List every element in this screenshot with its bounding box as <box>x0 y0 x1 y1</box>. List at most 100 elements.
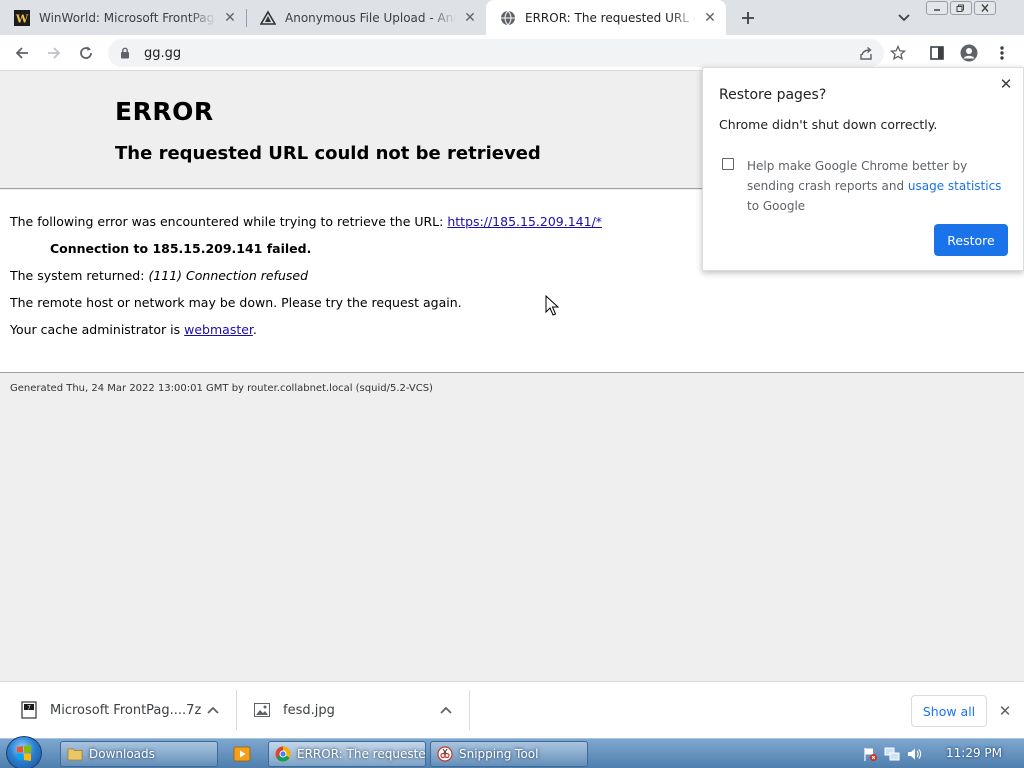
volume-icon[interactable] <box>906 746 922 762</box>
tab-search-button[interactable] <box>894 8 914 28</box>
cache-admin-period: . <box>252 322 257 337</box>
restore-window-button[interactable] <box>950 1 972 15</box>
browser-toolbar: gg.gg <box>0 35 1024 71</box>
mouse-cursor-icon <box>545 295 560 316</box>
svg-text:7: 7 <box>27 704 31 711</box>
system-clock[interactable]: 11:29 PM <box>946 746 1002 760</box>
new-tab-button[interactable] <box>736 6 760 30</box>
download-filename: Microsoft FrontPag....7z <box>50 702 202 718</box>
download-separator <box>469 690 470 730</box>
crash-report-end: to Google <box>747 199 806 213</box>
restore-pages-dialog: Restore pages? ✕ Chrome didn't shut down… <box>702 67 1024 271</box>
forward-arrow-icon <box>48 47 61 59</box>
url-text[interactable]: gg.gg <box>144 46 181 61</box>
crash-report-label: Help make Google Chrome better by sendin… <box>747 156 1007 216</box>
usage-statistics-link[interactable]: usage statistics <box>908 179 1002 193</box>
taskbar-label: ERROR: The requeste... <box>297 747 426 761</box>
windows-logo-icon <box>17 745 31 761</box>
close-icon[interactable]: ✕ <box>222 10 238 26</box>
kebab-menu-icon <box>1000 46 1004 60</box>
tab-title: ERROR: The requested URL could <box>525 10 696 25</box>
download-item[interactable]: fesd.jpg <box>253 690 463 730</box>
winworld-w-icon: W <box>14 9 30 26</box>
download-bar: 7 Microsoft FrontPag....7z fesd.jpg Show… <box>0 681 1024 738</box>
tab-error-active[interactable]: ERROR: The requested URL could ✕ <box>486 0 726 35</box>
share-button[interactable] <box>853 40 879 66</box>
share-icon <box>860 46 872 60</box>
cache-admin-label: Your cache administrator is <box>10 322 181 337</box>
close-window-button[interactable] <box>974 1 996 15</box>
tab-title: Anonymous File Upload - AnonFi <box>285 10 456 25</box>
chevron-up-icon[interactable] <box>438 702 454 718</box>
globe-icon <box>500 10 516 26</box>
close-icon[interactable]: ✕ <box>702 10 718 26</box>
chevron-up-icon[interactable] <box>205 702 221 718</box>
address-bar[interactable]: gg.gg <box>108 39 884 67</box>
back-arrow-icon <box>15 47 28 59</box>
webmaster-link[interactable]: webmaster <box>184 322 253 337</box>
taskbar-downloads[interactable]: Downloads <box>60 741 218 767</box>
scissors-icon <box>437 746 453 762</box>
chrome-icon <box>275 746 291 762</box>
windows-taskbar: Downloads ERROR: The requeste... Snippin… <box>0 736 1024 768</box>
reload-button[interactable] <box>73 40 99 66</box>
generated-footer: Generated Thu, 24 Mar 2022 13:00:01 GMT … <box>10 383 433 394</box>
taskbar-chrome-error[interactable]: ERROR: The requeste... <box>268 741 426 767</box>
network-icon[interactable] <box>884 746 900 762</box>
side-panel-button[interactable] <box>924 40 950 66</box>
taskbar-snipping-tool[interactable]: Snipping Tool <box>430 741 588 767</box>
back-button[interactable] <box>9 40 35 66</box>
side-panel-icon <box>930 46 944 60</box>
system-tray <box>862 746 922 762</box>
connection-failed-text: Connection to 185.15.209.141 failed. <box>50 241 312 256</box>
lock-icon[interactable] <box>118 46 132 60</box>
star-icon <box>890 45 906 61</box>
tab-anonfiles[interactable]: Anonymous File Upload - AnonFi ✕ <box>246 0 486 35</box>
download-item[interactable]: 7 Microsoft FrontPag....7z <box>20 690 232 730</box>
avatar-icon <box>960 44 978 62</box>
error-url-link[interactable]: https://185.15.209.141/* <box>447 214 602 229</box>
remote-host-text: The remote host or network may be down. … <box>10 295 462 310</box>
forward-button[interactable] <box>41 40 67 66</box>
error-line-text: The following error was encountered whil… <box>10 214 444 229</box>
dialog-title: Restore pages? <box>719 87 827 103</box>
taskbar-label: Snipping Tool <box>459 747 539 761</box>
profile-button[interactable] <box>956 40 982 66</box>
menu-button[interactable] <box>989 40 1015 66</box>
media-player-icon[interactable] <box>232 744 252 764</box>
show-all-button[interactable]: Show all <box>911 695 987 727</box>
reload-icon <box>80 46 92 59</box>
cache-admin-line: Your cache administrator is webmaster. <box>10 322 257 337</box>
system-returned-line: The system returned: (111) Connection re… <box>10 268 308 283</box>
close-icon[interactable]: ✕ <box>997 75 1015 93</box>
minimize-button[interactable] <box>926 1 948 15</box>
crash-report-checkbox[interactable] <box>722 158 734 170</box>
bookmark-button[interactable] <box>885 40 911 66</box>
dialog-message: Chrome didn't shut down correctly. <box>719 117 938 132</box>
action-center-flag-icon[interactable] <box>862 746 878 762</box>
start-button[interactable] <box>6 736 42 768</box>
download-filename: fesd.jpg <box>283 702 335 718</box>
image-file-icon <box>253 701 271 719</box>
minimize-icon <box>934 9 940 11</box>
download-separator <box>236 690 237 730</box>
tab-strip: W WinWorld: Microsoft FrontPage S ✕ Anon… <box>0 0 1024 35</box>
tab-winworld[interactable]: W WinWorld: Microsoft FrontPage S ✕ <box>0 0 246 35</box>
svg-text:W: W <box>15 12 29 25</box>
close-icon[interactable]: ✕ <box>996 702 1014 720</box>
chevron-down-icon <box>898 14 910 22</box>
plus-icon <box>742 12 754 24</box>
page-subtitle: The requested URL could not be retrieved <box>115 143 541 164</box>
restore-button[interactable]: Restore <box>934 224 1008 256</box>
taskbar-label: Downloads <box>89 747 155 761</box>
archive-file-icon: 7 <box>20 701 38 719</box>
tab-title: WinWorld: Microsoft FrontPage S <box>39 10 216 25</box>
window-controls <box>926 1 996 15</box>
close-icon[interactable]: ✕ <box>462 10 478 26</box>
restore-window-icon <box>956 4 964 12</box>
error-line-url: The following error was encountered whil… <box>10 214 602 229</box>
system-returned-label: The system returned: <box>10 268 145 283</box>
anonfiles-icon <box>260 9 276 26</box>
page-title: ERROR <box>115 97 214 126</box>
close-icon <box>981 4 989 12</box>
